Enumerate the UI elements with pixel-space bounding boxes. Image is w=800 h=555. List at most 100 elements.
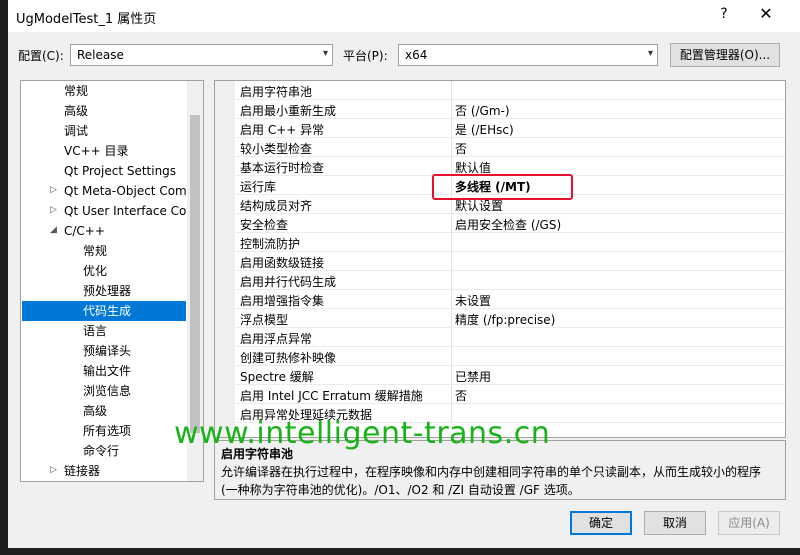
tree-item[interactable]: 链接器 xyxy=(64,461,100,481)
property-row[interactable]: Spectre 缓解 已禁用 xyxy=(235,366,785,385)
title-bar: UgModelTest_1 属性页 ? ✕ xyxy=(8,0,800,32)
ok-button[interactable]: 确定 xyxy=(570,511,632,535)
watermark: www.intelligent-trans.cn xyxy=(174,416,551,451)
close-button[interactable]: ✕ xyxy=(754,4,778,26)
grid-gutter xyxy=(215,81,235,437)
property-value[interactable]: 否 (/Gm-) xyxy=(455,102,510,119)
tree-item[interactable]: 命令行 xyxy=(83,441,119,461)
property-name: 基本运行时检查 xyxy=(240,161,325,175)
tree-item[interactable]: 常规 xyxy=(64,81,88,101)
property-row[interactable]: 启用并行代码生成 xyxy=(235,271,785,290)
tree-item[interactable]: Qt Meta-Object Com xyxy=(64,181,187,201)
column-divider xyxy=(451,119,452,138)
expand-arrow-icon[interactable]: ▷ xyxy=(50,205,57,215)
property-row[interactable]: 启用函数级链接 xyxy=(235,252,785,271)
column-divider xyxy=(451,290,452,309)
platform-select-value: x64 xyxy=(405,48,428,62)
editor-background xyxy=(0,0,8,555)
property-name: 创建可热修补映像 xyxy=(240,351,337,365)
tree-item[interactable]: 预编译头 xyxy=(83,341,131,361)
column-divider xyxy=(451,214,452,233)
property-name: 启用增强指令集 xyxy=(240,294,325,308)
collapse-arrow-icon[interactable]: ◢ xyxy=(50,225,57,235)
property-name: 安全检查 xyxy=(240,218,289,232)
cancel-button[interactable]: 取消 xyxy=(644,511,706,535)
property-name: 浮点模型 xyxy=(240,313,289,327)
property-name: 启用函数级链接 xyxy=(240,256,325,270)
config-select[interactable]: Release ▾ xyxy=(70,44,333,66)
property-name: Spectre 缓解 xyxy=(240,370,314,384)
property-name: 结构成员对齐 xyxy=(240,199,313,213)
property-name: 启用浮点异常 xyxy=(240,332,313,346)
tree-item[interactable]: 预处理器 xyxy=(83,281,131,301)
property-name: 较小类型检查 xyxy=(240,142,313,156)
tree-item[interactable]: Qt User Interface Co xyxy=(64,201,186,221)
tree-item[interactable]: 浏览信息 xyxy=(83,381,131,401)
property-row[interactable]: 较小类型检查 否 xyxy=(235,138,785,157)
window-title: UgModelTest_1 属性页 xyxy=(16,12,157,27)
column-divider xyxy=(451,233,452,252)
column-divider xyxy=(451,271,452,290)
platform-label: 平台(P): xyxy=(343,49,388,63)
property-name: 运行库 xyxy=(240,180,277,194)
tree-scrollbar-thumb[interactable] xyxy=(190,115,200,433)
column-divider xyxy=(451,100,452,119)
chevron-down-icon: ▾ xyxy=(647,48,653,59)
property-value[interactable]: 否 xyxy=(455,387,467,404)
column-divider xyxy=(451,366,452,385)
property-value[interactable]: 启用安全检查 (/GS) xyxy=(455,216,561,233)
expand-arrow-icon[interactable]: ▷ xyxy=(50,465,57,475)
property-value[interactable]: 否 xyxy=(455,140,467,157)
property-row[interactable]: 启用字符串池 xyxy=(235,81,785,100)
column-divider xyxy=(451,252,452,271)
tree-item[interactable]: 常规 xyxy=(83,241,107,261)
config-manager-button[interactable]: 配置管理器(O)... xyxy=(670,43,780,67)
property-row[interactable]: 安全检查 启用安全检查 (/GS) xyxy=(235,214,785,233)
tree-item[interactable]: 输出文件 xyxy=(83,361,131,381)
description-text: 允许编译器在执行过程中，在程序映像和内存中创建相同字符串的单个只读副本，从而生成… xyxy=(221,465,762,497)
tree-item[interactable]: C/C++ xyxy=(64,221,105,241)
tree-item[interactable]: 高级 xyxy=(64,101,88,121)
column-divider xyxy=(451,138,452,157)
column-divider xyxy=(451,385,452,404)
config-label: 配置(C): xyxy=(18,49,64,63)
tree-item[interactable]: 高级 xyxy=(83,401,107,421)
tree-item[interactable]: 所有选项 xyxy=(83,421,131,441)
property-row[interactable]: 创建可热修补映像 xyxy=(235,347,785,366)
property-row[interactable]: 启用浮点异常 xyxy=(235,328,785,347)
property-grid: 启用字符串池 启用最小重新生成 否 (/Gm-) 启用 C++ 异常 是 (/EHs… xyxy=(214,80,786,438)
column-divider xyxy=(451,328,452,347)
property-row[interactable]: 启用最小重新生成 否 (/Gm-) xyxy=(235,100,785,119)
column-divider xyxy=(451,309,452,328)
config-select-value: Release xyxy=(77,48,124,62)
tree-item-selected[interactable]: 代码生成 xyxy=(83,301,131,321)
help-button[interactable]: ? xyxy=(714,6,734,26)
property-name: 启用最小重新生成 xyxy=(240,104,337,118)
property-value[interactable]: 已禁用 xyxy=(455,368,491,385)
property-value[interactable]: 精度 (/fp:precise) xyxy=(455,311,555,328)
chevron-down-icon: ▾ xyxy=(322,48,328,59)
tree-item[interactable]: Qt Project Settings xyxy=(64,161,176,181)
expand-arrow-icon[interactable]: ▷ xyxy=(50,185,57,195)
tree-item[interactable]: VC++ 目录 xyxy=(64,141,129,161)
property-row[interactable]: 控制流防护 xyxy=(235,233,785,252)
platform-select[interactable]: x64 ▾ xyxy=(398,44,658,66)
column-divider xyxy=(451,347,452,366)
tree-item[interactable]: 语言 xyxy=(83,321,107,341)
property-value[interactable]: 是 (/EHsc) xyxy=(455,121,514,138)
property-name: 启用 Intel JCC Erratum 缓解措施 xyxy=(240,389,423,403)
property-row[interactable]: 启用 C++ 异常 是 (/EHsc) xyxy=(235,119,785,138)
property-pages-dialog: UgModelTest_1 属性页 ? ✕ 配置(C): Release ▾ 平… xyxy=(8,0,800,548)
property-row[interactable]: 启用 Intel JCC Erratum 缓解措施 否 xyxy=(235,385,785,404)
property-row[interactable]: 启用增强指令集 未设置 xyxy=(235,290,785,309)
property-name: 启用字符串池 xyxy=(240,85,313,99)
property-name: 控制流防护 xyxy=(240,237,301,251)
property-value[interactable]: 未设置 xyxy=(455,292,491,309)
property-name: 启用 C++ 异常 xyxy=(240,123,325,137)
highlight-annotation-box xyxy=(432,174,573,200)
property-row[interactable]: 浮点模型 精度 (/fp:precise) xyxy=(235,309,785,328)
tree-item[interactable]: 优化 xyxy=(83,261,107,281)
apply-button[interactable]: 应用(A) xyxy=(718,511,780,535)
column-divider xyxy=(451,81,452,100)
tree-item[interactable]: 调试 xyxy=(64,121,88,141)
